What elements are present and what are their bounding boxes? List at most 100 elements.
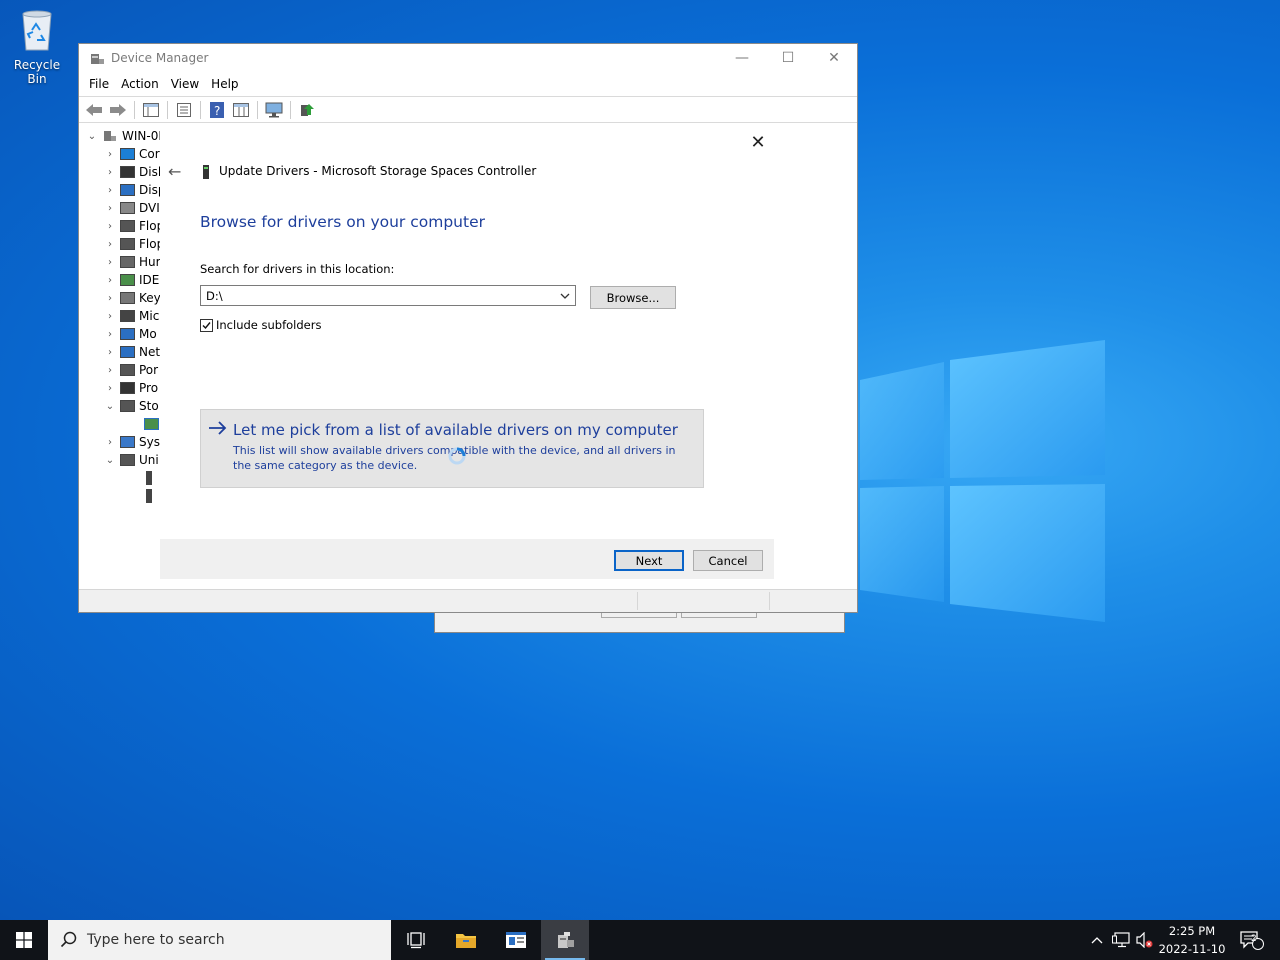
title-bar[interactable]: Device Manager — ☐ ✕	[79, 44, 857, 72]
show-hide-tree-button[interactable]	[140, 100, 162, 120]
volume-tray-button[interactable]	[1133, 920, 1155, 960]
network-icon	[1112, 932, 1130, 948]
next-button[interactable]: Next	[614, 550, 684, 571]
desktop: Recycle Bin Device Manager — ☐ ✕ File Ac…	[0, 0, 1280, 920]
task-view-button[interactable]	[392, 920, 440, 960]
show-hidden-icons-button[interactable]	[1086, 920, 1108, 960]
folder-icon	[456, 934, 476, 948]
expand-chevron-icon[interactable]: ›	[103, 149, 117, 160]
tree-category-item[interactable]: ⌄ Sto	[103, 397, 159, 415]
device-category-icon	[120, 256, 135, 268]
expand-chevron-icon[interactable]: ›	[103, 365, 117, 376]
tree-category-item[interactable]: › Sys	[103, 433, 160, 451]
chevron-down-icon[interactable]	[559, 289, 571, 303]
device-category-icon	[120, 436, 135, 448]
taskbar: Type here to search 2:25 PM 2022-11-10 2	[0, 920, 1280, 960]
expand-chevron-icon[interactable]: ›	[103, 437, 117, 448]
expand-chevron-icon[interactable]: ›	[103, 311, 117, 322]
expand-chevron-icon[interactable]: ›	[103, 383, 117, 394]
tree-category-item[interactable]: › Disp	[103, 181, 165, 199]
expand-chevron-icon[interactable]: ›	[103, 275, 117, 286]
tree-category-item[interactable]: › Hur	[103, 253, 161, 271]
start-button[interactable]	[0, 920, 48, 960]
windows-start-icon	[16, 932, 32, 948]
tree-category-item[interactable]: › Mo	[103, 325, 157, 343]
tree-category-item[interactable]: › Pro	[103, 379, 158, 397]
tree-category-item[interactable]: › IDE	[103, 271, 159, 289]
network-tray-button[interactable]	[1110, 920, 1132, 960]
tree-category-label: IDE	[139, 273, 160, 287]
browse-button[interactable]: Browse...	[590, 286, 676, 309]
tree-category-item[interactable]: › Key	[103, 289, 161, 307]
tree-category-item[interactable]: › Net	[103, 343, 160, 361]
scan-hardware-button[interactable]	[263, 100, 285, 120]
collapse-chevron-icon[interactable]: ⌄	[103, 455, 117, 466]
device-category-icon	[120, 400, 135, 412]
maximize-button[interactable]: ☐	[765, 44, 811, 72]
device-category-icon	[120, 382, 135, 394]
console-tree-icon	[143, 102, 159, 117]
menu-view[interactable]: View	[167, 77, 207, 91]
tree-category-item[interactable]: › Flop	[103, 217, 164, 235]
tree-category-item[interactable]: ⌄ Uni	[103, 451, 159, 469]
tree-root[interactable]: ⌄ WIN-0F	[85, 127, 165, 145]
include-subfolders-option[interactable]: Include subfolders	[200, 318, 321, 332]
location-value[interactable]: D:\	[206, 289, 223, 303]
update-driver-icon	[301, 103, 314, 116]
minimize-button[interactable]: —	[719, 44, 765, 72]
menu-action[interactable]: Action	[117, 77, 167, 91]
tree-category-item[interactable]: › Flop	[103, 235, 164, 253]
view-button[interactable]	[230, 100, 252, 120]
taskbar-search-box[interactable]: Type here to search	[48, 920, 391, 960]
right-arrow-icon	[209, 421, 227, 435]
recycle-bin-shortcut[interactable]: Recycle Bin	[4, 8, 70, 86]
tree-category-item[interactable]: › Disl	[103, 163, 161, 181]
storage-controller-icon	[203, 165, 209, 179]
expand-chevron-icon[interactable]: ›	[103, 293, 117, 304]
expand-chevron-icon[interactable]: ›	[103, 221, 117, 232]
dialog-back-button[interactable]: ←	[168, 162, 186, 181]
menu-file[interactable]: File	[85, 77, 117, 91]
tree-category-item[interactable]: › Cor	[103, 145, 160, 163]
file-explorer-button[interactable]	[442, 920, 490, 960]
device-manager-taskbar-button[interactable]	[541, 920, 589, 960]
menu-help[interactable]: Help	[207, 77, 246, 91]
action-center-button[interactable]: 2	[1232, 920, 1272, 960]
device-category-icon	[120, 184, 135, 196]
taskbar-clock[interactable]: 2:25 PM 2022-11-10	[1158, 922, 1226, 958]
dialog-footer: Next Cancel	[160, 539, 774, 579]
collapse-chevron-icon[interactable]: ⌄	[85, 131, 99, 142]
expand-chevron-icon[interactable]: ›	[103, 347, 117, 358]
properties-button[interactable]	[173, 100, 195, 120]
cancel-button[interactable]: Cancel	[693, 550, 763, 571]
include-subfolders-checkbox[interactable]	[200, 318, 213, 332]
tree-category-item[interactable]: › Mic	[103, 307, 159, 325]
window-title: Device Manager	[111, 51, 209, 65]
device-category-icon	[120, 238, 135, 250]
tree-category-label: DVI	[139, 201, 160, 215]
pick-option-title: Let me pick from a list of available dri…	[233, 421, 678, 439]
back-button[interactable]	[83, 100, 105, 120]
expand-chevron-icon[interactable]: ›	[103, 167, 117, 178]
expand-chevron-icon[interactable]: ›	[103, 329, 117, 340]
expand-chevron-icon[interactable]: ›	[103, 257, 117, 268]
location-combobox[interactable]: D:\	[200, 285, 576, 306]
server-manager-button[interactable]	[492, 920, 540, 960]
include-subfolders-label: Include subfolders	[216, 318, 322, 332]
update-driver-button[interactable]	[296, 100, 318, 120]
close-button[interactable]: ✕	[811, 44, 857, 72]
expand-chevron-icon[interactable]: ›	[103, 185, 117, 196]
tree-child-device[interactable]	[141, 469, 152, 487]
help-button[interactable]: ?	[206, 100, 228, 120]
tree-category-item[interactable]: › Por	[103, 361, 158, 379]
tree-category-item[interactable]: › DVI	[103, 199, 160, 217]
expand-chevron-icon[interactable]: ›	[103, 203, 117, 214]
expand-chevron-icon[interactable]: ›	[103, 239, 117, 250]
dialog-close-button[interactable]: ✕	[746, 131, 770, 153]
forward-button[interactable]	[107, 100, 129, 120]
collapse-chevron-icon[interactable]: ⌄	[103, 401, 117, 412]
update-drivers-dialog[interactable]: ✕ ← Update Drivers - Microsoft Storage S…	[160, 125, 776, 581]
tree-child-device[interactable]	[141, 487, 152, 505]
tree-category-label: Disl	[139, 165, 162, 179]
device-category-icon	[120, 202, 135, 214]
